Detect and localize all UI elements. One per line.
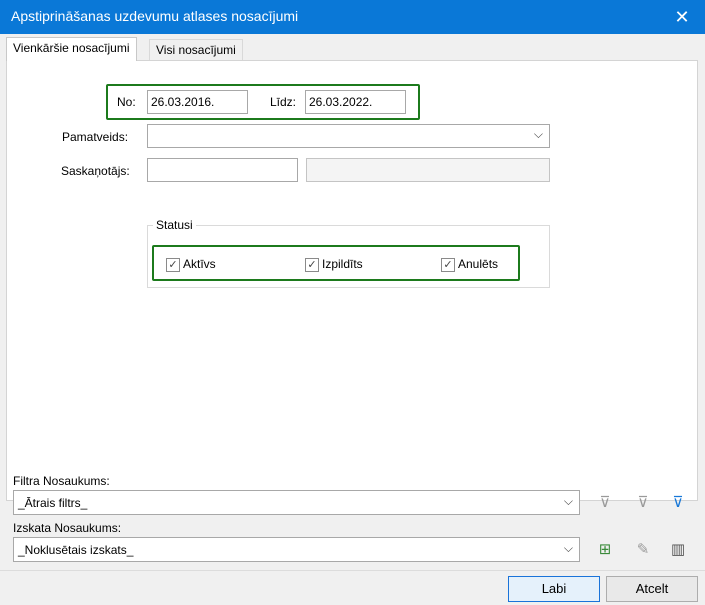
saskanotajs-label: Saskaņotājs: [61,164,130,178]
saskanotajs-name-field [306,158,550,182]
filter-edit-icon[interactable]: ⊽ [632,492,654,514]
ok-button[interactable]: Labi [508,576,600,602]
chevron-down-icon[interactable]: ⌵ [564,541,573,556]
window-title: Apstiprināšanas uzdevumu atlases nosacīj… [11,8,299,24]
filter-select[interactable]: _Ātrais filtrs_ ⌵ [13,490,580,515]
statusi-highlight-box [152,245,520,281]
date-highlight-box [106,84,420,120]
statusi-legend: Statusi [153,218,196,232]
view-columns-icon[interactable]: ▥ [667,539,689,561]
saskanotajs-input[interactable] [147,158,298,182]
filter-value: _Ātrais filtrs_ [18,496,88,510]
tab-visi-nosacijumi[interactable]: Visi nosacījumi [149,39,243,61]
filter-remove-icon[interactable]: ⊽ [594,492,616,514]
dialog-body: Vienkāršie nosacījumi Visi nosacījumi No… [0,34,705,605]
title-bar: Apstiprināšanas uzdevumu atlases nosacīj… [0,0,705,34]
pamatveids-label: Pamatveids: [62,130,129,144]
pamatveids-select[interactable]: ⌵ [147,124,550,148]
tab-vienkarsie-nosacijumi[interactable]: Vienkāršie nosacījumi [6,37,137,61]
chevron-down-icon[interactable]: ⌵ [534,127,543,142]
view-add-icon[interactable]: ⊞ [594,539,616,561]
footer-divider [0,570,705,571]
chevron-down-icon[interactable]: ⌵ [564,494,573,509]
view-edit-icon[interactable]: ✎ [632,539,654,561]
filter-apply-icon[interactable]: ⊽ [667,492,689,514]
view-label: Izskata Nosaukums: [13,521,122,535]
filter-label: Filtra Nosaukums: [13,474,110,488]
view-select[interactable]: _Noklusētais izskats_ ⌵ [13,537,580,562]
view-value: _Noklusētais izskats_ [18,543,134,557]
close-icon[interactable]: ✕ [659,0,705,34]
cancel-button[interactable]: Atcelt [606,576,698,602]
tab-panel: No: 26.03.2016. Līdz: 26.03.2022. Pamatv… [6,60,698,501]
